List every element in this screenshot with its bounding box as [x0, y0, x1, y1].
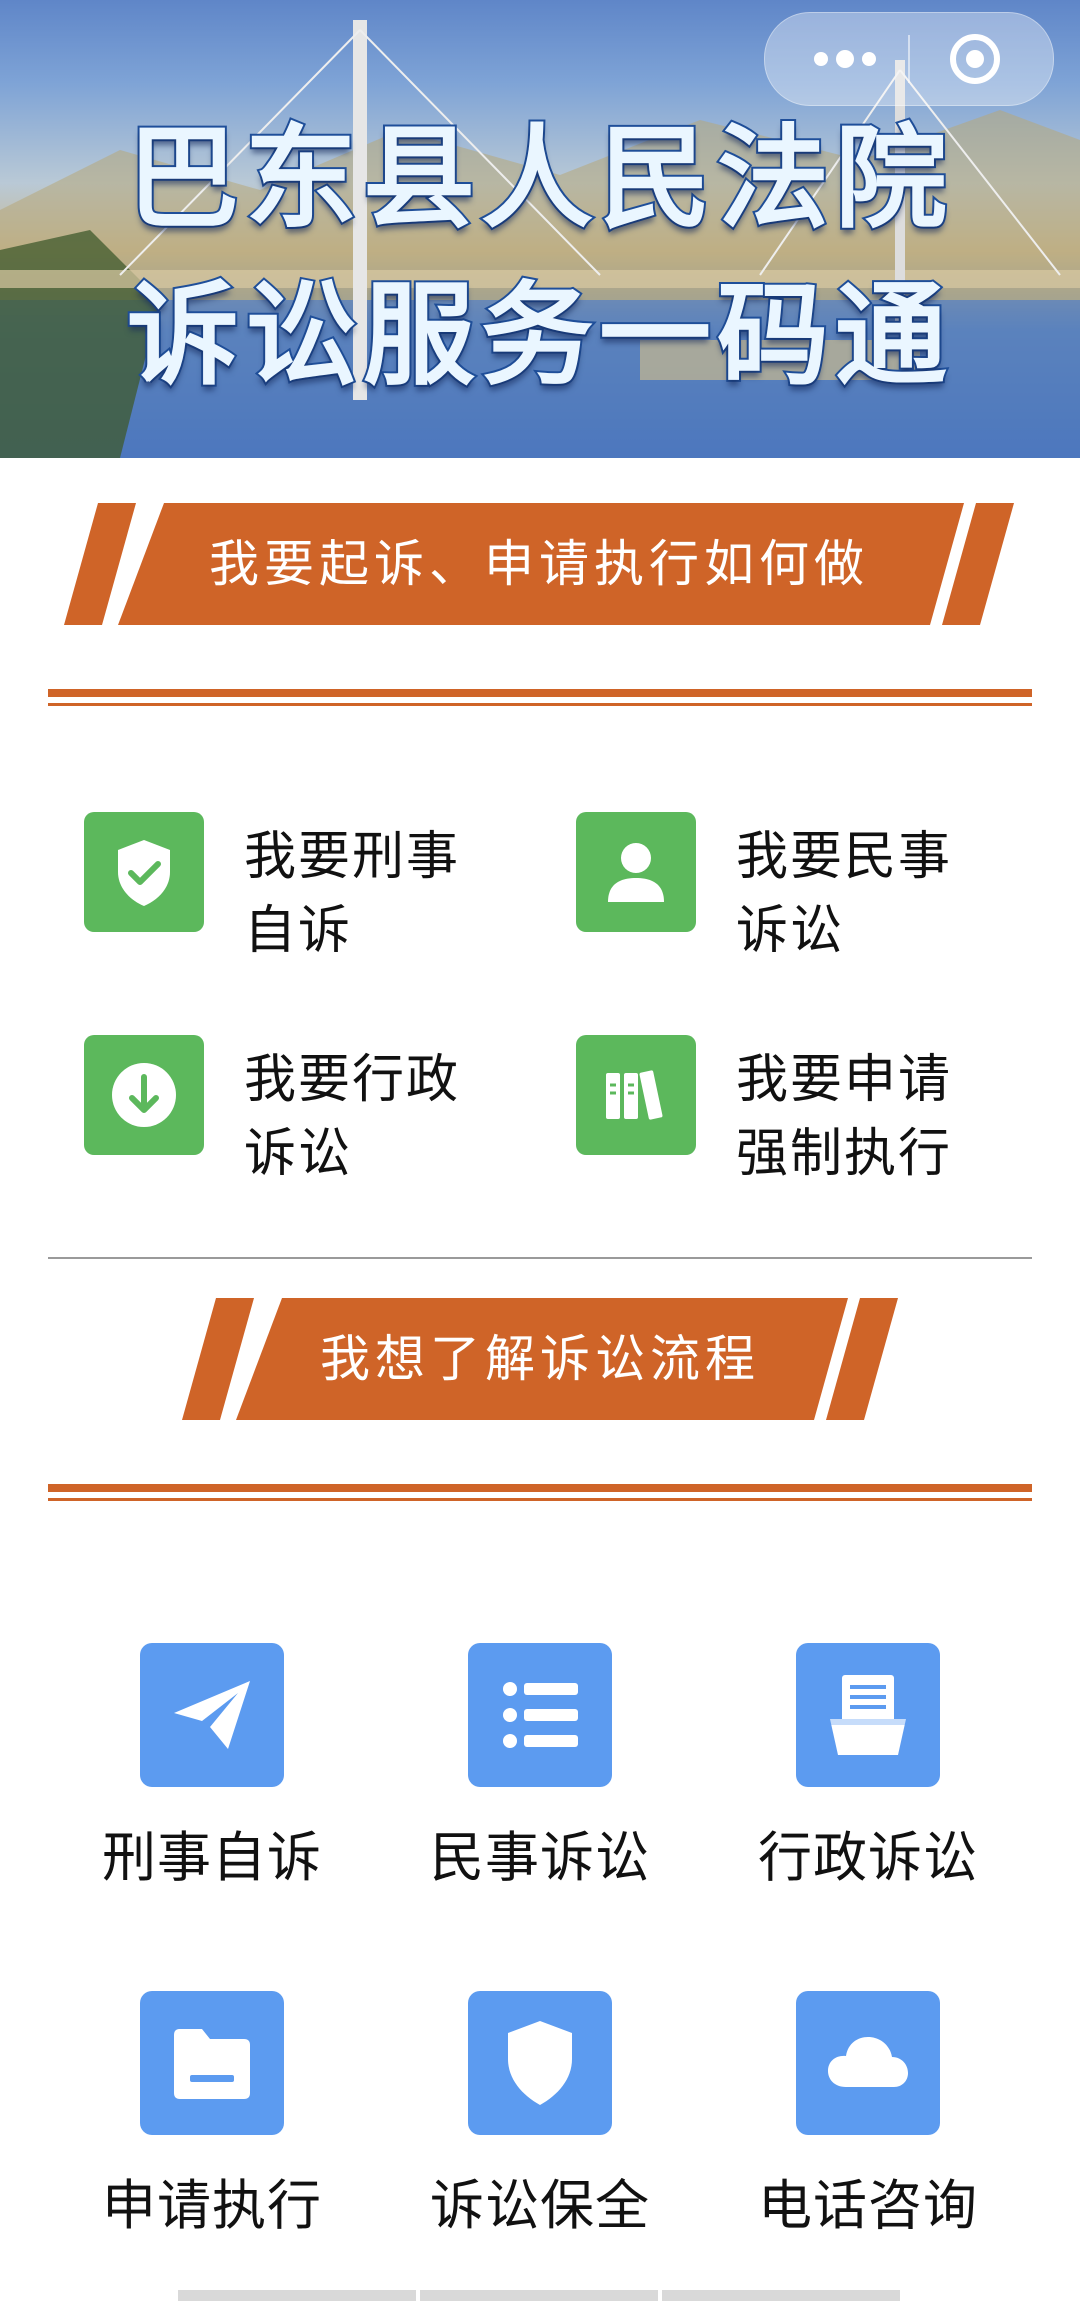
- shield-icon: [468, 1991, 612, 2135]
- action-label-line1: 我要申请: [736, 1050, 953, 1110]
- action-administrative-litigation[interactable]: 我要行政 诉讼: [84, 1035, 524, 1195]
- action-label-line1: 我要民事: [736, 827, 953, 887]
- process-label: 民事诉讼: [430, 1826, 650, 1889]
- books-icon: [576, 1035, 696, 1155]
- action-label-line2: 诉讼: [736, 901, 845, 961]
- process-apply-enforcement[interactable]: 申请执行: [60, 1991, 360, 2251]
- section2-title: 我想了解诉讼流程: [320, 1330, 760, 1388]
- action-apply-enforcement[interactable]: 我要申请 强制执行: [576, 1035, 1016, 1195]
- download-circle-icon: [84, 1035, 204, 1155]
- section1-header: 我要起诉、申请执行如何做: [64, 503, 1014, 625]
- banner-title-line2: 诉讼服务一码通: [125, 269, 953, 403]
- user-icon: [576, 812, 696, 932]
- action-label-line1: 我要行政: [244, 1050, 461, 1110]
- section2-rule: [48, 1484, 1032, 1504]
- action-label-line2: 自诉: [244, 901, 353, 961]
- process-civil-litigation[interactable]: 民事诉讼: [388, 1643, 688, 1903]
- section-divider: [48, 1257, 1032, 1259]
- process-label: 诉讼保全: [430, 2174, 650, 2237]
- process-criminal-private-prosecution[interactable]: 刑事自诉: [60, 1643, 360, 1903]
- process-label: 电话咨询: [758, 2174, 978, 2237]
- list-icon: [468, 1643, 612, 1787]
- shield-check-icon: [84, 812, 204, 932]
- section2-header: 我想了解诉讼流程: [182, 1298, 898, 1420]
- process-litigation-preservation[interactable]: 诉讼保全: [388, 1991, 688, 2251]
- action-label-line2: 诉讼: [244, 1124, 353, 1184]
- target-circle-icon[interactable]: [947, 31, 1003, 87]
- bottom-bar-segment: [420, 2290, 658, 2301]
- action-label-line2: 强制执行: [736, 1124, 953, 1184]
- document-tray-icon: [796, 1643, 940, 1787]
- process-administrative-litigation[interactable]: 行政诉讼: [716, 1643, 1016, 1903]
- process-label: 申请执行: [102, 2174, 322, 2237]
- banner-title-line1: 巴东县人民法院: [125, 112, 953, 246]
- process-label: 刑事自诉: [102, 1826, 322, 1889]
- capsule-separator: [908, 35, 910, 83]
- process-label: 行政诉讼: [758, 1826, 978, 1889]
- folder-icon: [140, 1991, 284, 2135]
- action-label-line1: 我要刑事: [244, 827, 461, 887]
- action-civil-litigation[interactable]: 我要民事 诉讼: [576, 812, 1016, 972]
- section1-title: 我要起诉、申请执行如何做: [209, 535, 869, 593]
- section1-rule: [48, 689, 1032, 709]
- paper-plane-icon: [140, 1643, 284, 1787]
- bottom-bar-segment: [662, 2290, 900, 2301]
- miniprogram-capsule: [764, 12, 1054, 106]
- bottom-bar-segment: [178, 2290, 416, 2301]
- action-criminal-private-prosecution[interactable]: 我要刑事 自诉: [84, 812, 524, 972]
- process-phone-consultation[interactable]: 电话咨询: [716, 1991, 1016, 2251]
- more-dots-icon[interactable]: [805, 43, 885, 75]
- cloud-icon: [796, 1991, 940, 2135]
